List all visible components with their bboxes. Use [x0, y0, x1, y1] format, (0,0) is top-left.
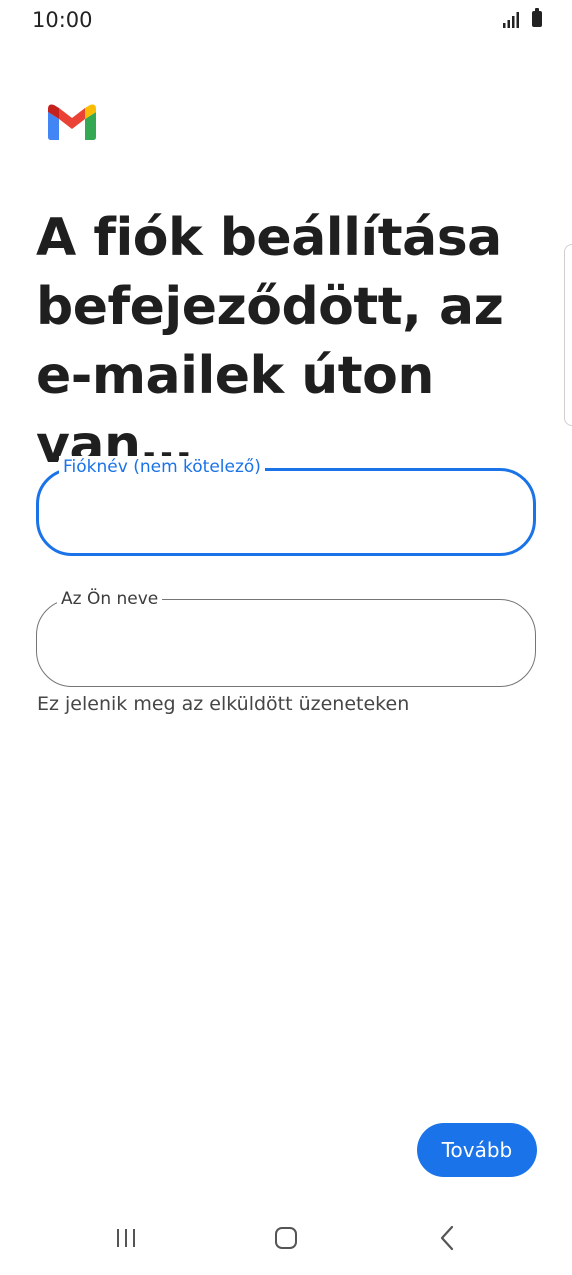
account-name-label: Fióknév (nem kötelező) — [59, 456, 265, 478]
edge-panel-handle[interactable] — [564, 244, 572, 426]
home-icon[interactable] — [274, 1226, 298, 1250]
your-name-label: Az Ön neve — [57, 588, 163, 610]
account-name-field[interactable]: Fióknév (nem kötelező) — [36, 456, 536, 556]
your-name-field[interactable]: Az Ön neve — [36, 588, 536, 687]
your-name-input[interactable] — [59, 628, 513, 658]
page-title: A fiók beállítása befejeződött, az e-mai… — [36, 208, 504, 475]
screen: 10:00 A fiók beállítása befejeződött, az… — [0, 0, 572, 1275]
your-name-helper-text: Ez jelenik meg az elküldött üzeneteken — [37, 693, 410, 715]
recent-apps-icon[interactable] — [114, 1226, 138, 1250]
next-button[interactable]: Tovább — [417, 1123, 537, 1177]
navigation-bar — [0, 1208, 572, 1268]
account-name-input[interactable] — [61, 499, 511, 529]
back-icon[interactable] — [437, 1224, 457, 1252]
battery-icon — [532, 8, 542, 27]
status-icons — [498, 8, 542, 28]
signal-icon — [503, 12, 519, 28]
status-time: 10:00 — [32, 8, 93, 32]
status-bar: 10:00 — [0, 0, 572, 40]
gmail-logo-icon — [48, 104, 96, 140]
